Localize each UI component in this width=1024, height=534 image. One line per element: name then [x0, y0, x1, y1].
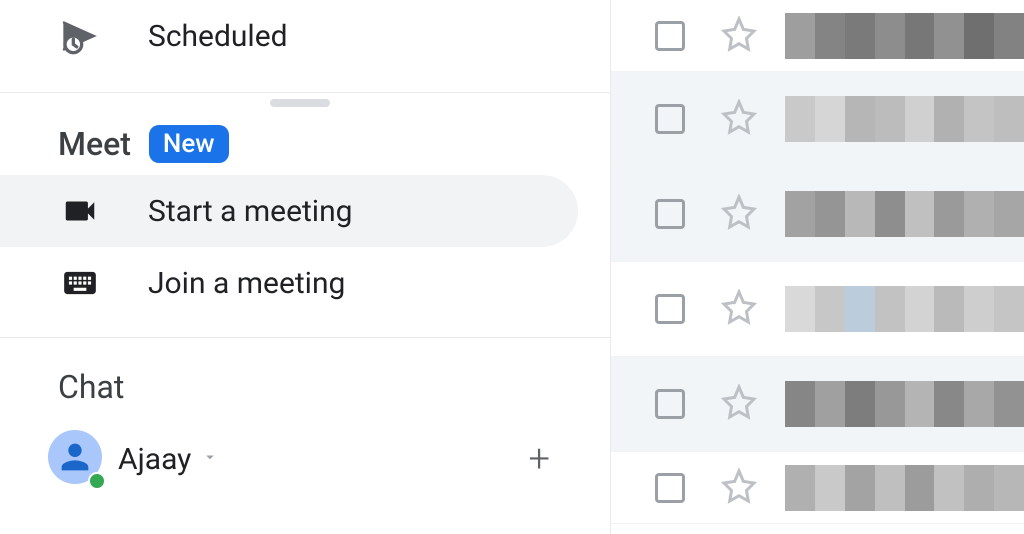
redacted-content [785, 191, 1024, 237]
chat-user-name: Ajaay [118, 442, 191, 477]
chat-title: Chat [0, 368, 610, 406]
sidebar: Scheduled Meet New Start a meeting Join … [0, 0, 610, 534]
scheduled-icon [60, 16, 100, 56]
new-badge: New [149, 125, 229, 163]
mail-row[interactable] [611, 0, 1024, 72]
videocam-icon [60, 191, 100, 231]
select-checkbox[interactable] [655, 294, 685, 324]
star-icon[interactable] [721, 99, 757, 139]
keyboard-icon [60, 263, 100, 303]
sidebar-item-scheduled[interactable]: Scheduled [0, 0, 610, 72]
join-meeting-label: Join a meeting [148, 266, 345, 301]
sidebar-item-join-meeting[interactable]: Join a meeting [0, 247, 610, 319]
chat-user-row: Ajaay + [0, 430, 610, 488]
resize-grip[interactable] [270, 99, 330, 107]
meet-title: Meet [58, 125, 131, 163]
select-checkbox[interactable] [655, 104, 685, 134]
redacted-content [785, 13, 1024, 59]
chat-user[interactable]: Ajaay [48, 430, 219, 488]
caret-down-icon [201, 448, 219, 470]
section-divider: Meet New Start a meeting Join a meeting [0, 92, 610, 319]
mail-row[interactable] [611, 72, 1024, 167]
sidebar-item-start-meeting[interactable]: Start a meeting [0, 175, 578, 247]
select-checkbox[interactable] [655, 389, 685, 419]
start-meeting-label: Start a meeting [148, 194, 353, 229]
star-icon[interactable] [721, 289, 757, 329]
avatar [48, 430, 106, 488]
chat-section: Chat Ajaay + [0, 337, 610, 488]
scheduled-label: Scheduled [148, 19, 288, 54]
status-online-icon [88, 472, 106, 490]
meet-section-header: Meet New [0, 101, 610, 175]
star-icon[interactable] [721, 194, 757, 234]
mail-row[interactable] [611, 167, 1024, 262]
star-icon[interactable] [721, 468, 757, 508]
select-checkbox[interactable] [655, 21, 685, 51]
mail-row[interactable] [611, 262, 1024, 357]
select-checkbox[interactable] [655, 199, 685, 229]
redacted-content [785, 381, 1024, 427]
mail-row[interactable] [611, 452, 1024, 524]
star-icon[interactable] [721, 16, 757, 56]
mail-list [610, 0, 1024, 534]
mail-row[interactable] [611, 357, 1024, 452]
select-checkbox[interactable] [655, 473, 685, 503]
redacted-content [785, 96, 1024, 142]
redacted-content [785, 286, 1024, 332]
add-chat-button[interactable]: + [529, 437, 550, 481]
redacted-content [785, 465, 1024, 511]
star-icon[interactable] [721, 384, 757, 424]
